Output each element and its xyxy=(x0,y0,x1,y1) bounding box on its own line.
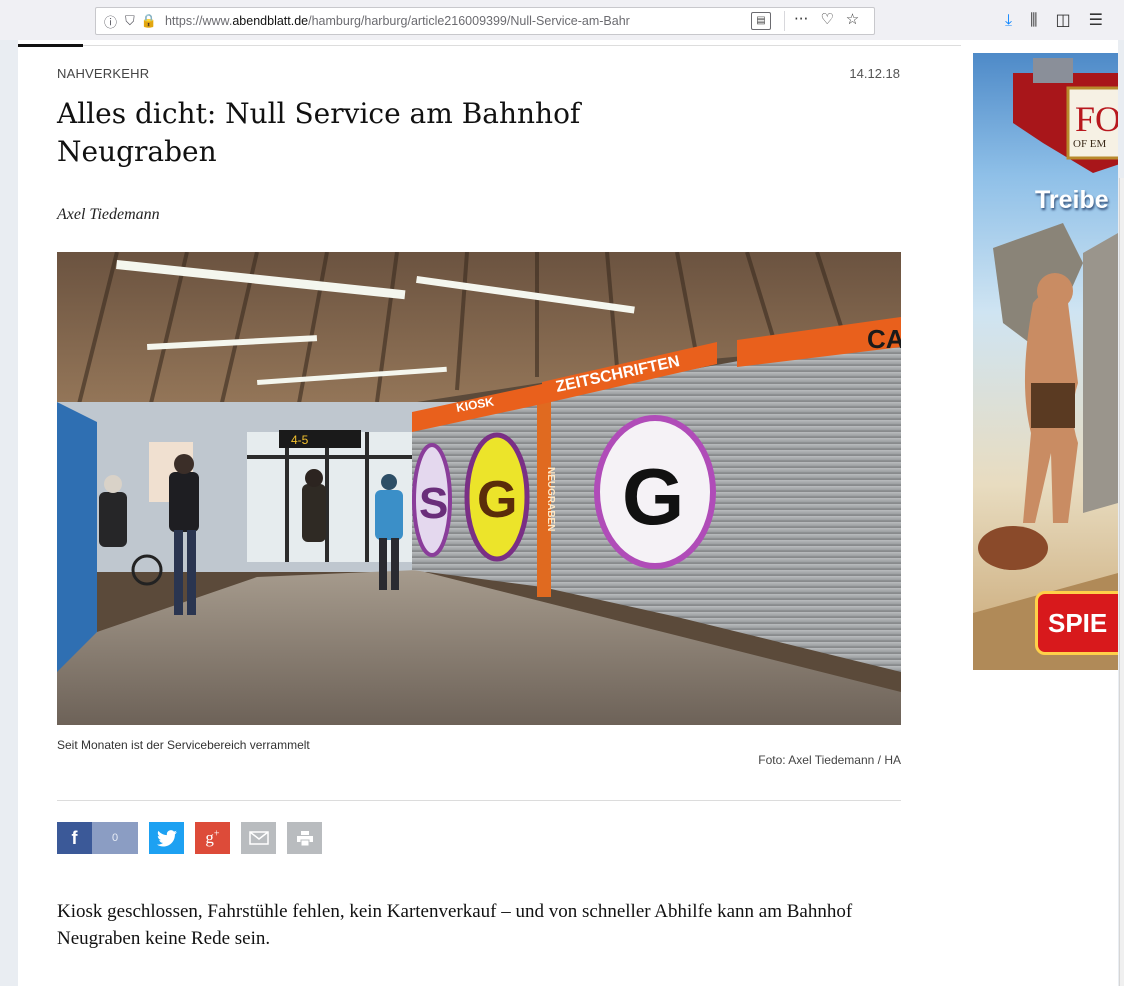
graffiti-s-text: S xyxy=(419,479,448,528)
more-icon[interactable]: ··· xyxy=(794,10,808,28)
article-headline: Alles dicht: Null Service am Bahnhof Neu… xyxy=(57,97,581,168)
article-photo[interactable]: 4-5 NEUGRABEN KIOSK ZEITSCHRIFTEN CA S G xyxy=(57,252,901,725)
ad-pot xyxy=(978,526,1048,570)
ad-headline: Treibe xyxy=(1035,186,1109,214)
mail-icon xyxy=(248,831,269,845)
facebook-share-count: 0 xyxy=(92,822,138,854)
nav-divider xyxy=(18,45,961,46)
facebook-icon: f xyxy=(57,822,92,854)
lock-icon[interactable]: 🔒 xyxy=(141,14,157,29)
menu-icon[interactable]: ☰ xyxy=(1089,10,1103,30)
ad-castle xyxy=(1033,58,1073,83)
twitter-bird-icon xyxy=(156,829,177,846)
ad-cta-button[interactable]: SPIE xyxy=(1035,591,1118,655)
graffiti-g-yellow-text: G xyxy=(477,471,517,529)
photo-illustration: 4-5 NEUGRABEN KIOSK ZEITSCHRIFTEN CA S G xyxy=(57,252,901,725)
banner-corner-text: CA xyxy=(867,324,901,354)
share-divider xyxy=(57,800,901,801)
googleplus-share-button[interactable]: g+ xyxy=(195,822,230,854)
googleplus-icon: g+ xyxy=(205,828,220,847)
sidebar-icon[interactable]: ◫ xyxy=(1055,10,1070,30)
address-bar[interactable]: ⓘ ⛉ 🔒 https://www.abendblatt.de/hamburg/… xyxy=(95,7,875,35)
url-bar-separator xyxy=(784,11,785,31)
photo-caption: Seit Monaten ist der Servicebereich verr… xyxy=(57,738,310,752)
ad-logo-text: FO xyxy=(1075,99,1118,139)
article-date: 14.12.18 xyxy=(849,66,900,81)
url-text[interactable]: https://www.abendblatt.de/hamburg/harbur… xyxy=(165,14,705,28)
pillar-text: NEUGRABEN xyxy=(545,467,556,531)
reader-view-icon[interactable]: ▤ xyxy=(751,12,771,30)
ad-artwork: FO OF EM xyxy=(973,58,1118,670)
twitter-share-button[interactable] xyxy=(149,822,184,854)
info-icon[interactable]: ⓘ xyxy=(104,12,117,31)
pocket-icon[interactable]: ♡ xyxy=(820,10,833,28)
share-bar: f 0 g+ xyxy=(57,822,322,854)
nav-active-indicator xyxy=(18,44,83,47)
library-icon[interactable]: ⫼ xyxy=(1030,10,1037,30)
article-kicker[interactable]: NAHVERKEHR xyxy=(57,66,149,81)
ad-caveman-cloth xyxy=(1031,383,1075,428)
platform-sign-text: 4-5 xyxy=(291,433,309,447)
photo-credit: Foto: Axel Tiedemann / HA xyxy=(758,753,901,767)
advertisement[interactable]: FO OF EM Treibe SPIE xyxy=(973,53,1118,670)
graffiti-g-white-text: G xyxy=(622,452,684,541)
ad-stone xyxy=(1083,233,1118,513)
download-icon[interactable]: ⤓ xyxy=(1005,10,1012,30)
browser-toolbar: ⓘ ⛉ 🔒 https://www.abendblatt.de/hamburg/… xyxy=(0,0,1124,40)
web-page: NAHVERKEHR 14.12.18 Alles dicht: Null Se… xyxy=(18,40,1124,986)
article-lead: Kiosk geschlossen, Fahrstühle fehlen, ke… xyxy=(57,901,853,949)
printer-icon xyxy=(296,830,313,846)
bookmark-star-icon[interactable]: ☆ xyxy=(846,10,859,28)
print-button[interactable] xyxy=(287,822,322,854)
shield-icon[interactable]: ⛉ xyxy=(125,14,135,29)
ad-caveman-head xyxy=(1037,273,1073,309)
email-share-button[interactable] xyxy=(241,822,276,854)
page-scrollbar[interactable] xyxy=(1119,178,1124,986)
ad-logo-sub: OF EM xyxy=(1073,138,1107,150)
article-author[interactable]: Axel Tiedemann xyxy=(57,206,160,224)
facebook-share-button[interactable]: f 0 xyxy=(57,822,138,854)
